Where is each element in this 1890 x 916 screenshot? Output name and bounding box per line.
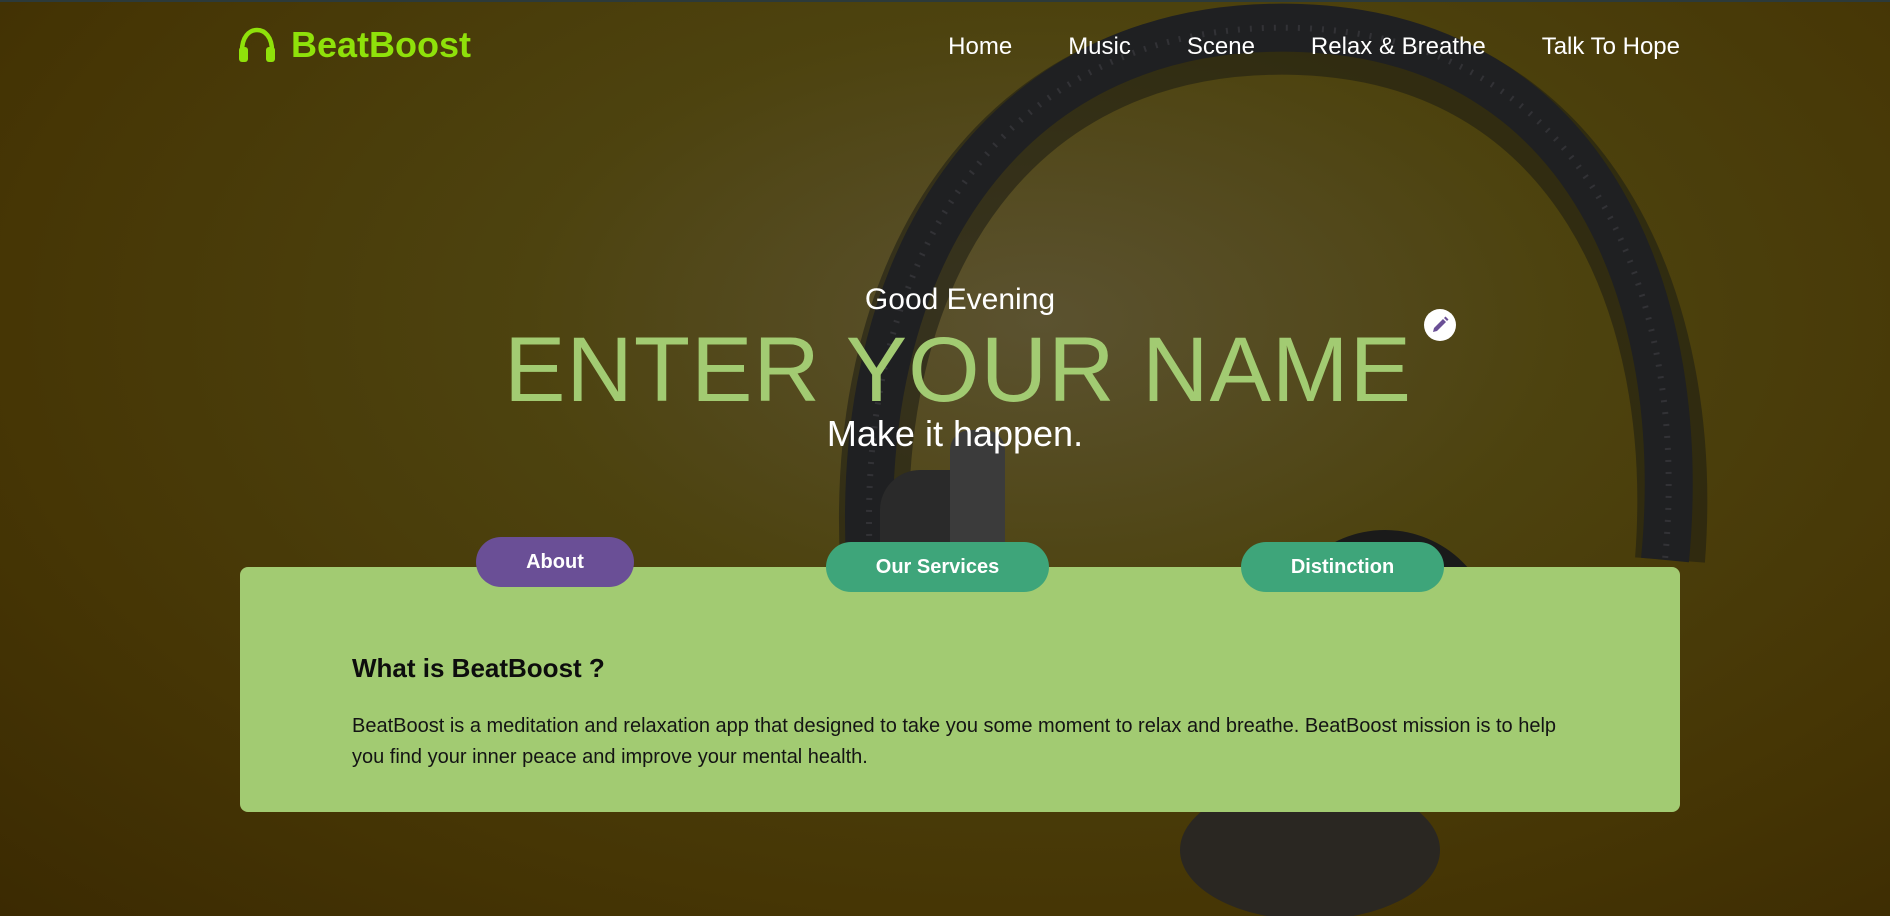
headphones-icon (239, 27, 275, 62)
tagline-text: Make it happen. (826, 413, 1084, 454)
nav-music[interactable]: Music (1068, 33, 1131, 61)
about-content-card: What is BeatBoost ? BeatBoost is a medit… (240, 567, 1680, 812)
about-description: BeatBoost is a meditation and relaxation… (352, 715, 1557, 768)
brand-logo[interactable]: BeatBoost (237, 24, 471, 66)
greeting-text: Good Evening (864, 283, 1056, 316)
brand-name: BeatBoost (291, 24, 472, 65)
nav-home[interactable]: Home (948, 33, 1012, 61)
edit-name-button[interactable] (1424, 309, 1456, 341)
nav-talk-to-hope[interactable]: Talk To Hope (1542, 33, 1680, 61)
tab-about[interactable]: About (476, 537, 634, 587)
nav-scene[interactable]: Scene (1187, 33, 1255, 61)
nav-relax-breathe[interactable]: Relax & Breathe (1311, 33, 1486, 61)
tab-our-services[interactable]: Our Services (826, 542, 1049, 592)
main-nav: Home Music Scene Relax & Breathe Talk To… (948, 33, 1680, 61)
about-heading: What is BeatBoost ? (352, 653, 605, 683)
user-name-heading[interactable]: ENTER YOUR NAME (0, 318, 1890, 423)
top-border (0, 0, 1890, 2)
pencil-icon (1433, 316, 1449, 332)
tab-distinction[interactable]: Distinction (1241, 542, 1444, 592)
